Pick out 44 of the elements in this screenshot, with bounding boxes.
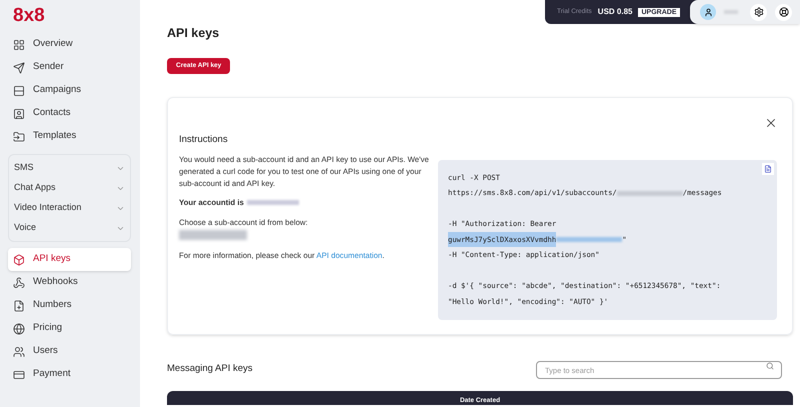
redacted-text [616, 190, 683, 196]
redacted-account-id [246, 200, 299, 206]
sidebar-item[interactable]: Payment [8, 363, 131, 386]
user-avatar[interactable] [700, 4, 716, 20]
sidebar-item[interactable]: Campaigns [8, 79, 131, 102]
sidebar-item[interactable]: Sender [8, 56, 131, 79]
copy-button[interactable] [762, 162, 774, 175]
redacted-text [556, 237, 622, 242]
credits-value: USD 0.85 [598, 6, 632, 18]
lifebuoy-icon [778, 7, 788, 17]
search-icon [766, 362, 774, 370]
help-button[interactable] [775, 4, 792, 20]
settings-button[interactable] [750, 4, 767, 20]
logo: 8x8 [13, 6, 46, 25]
file-icon [13, 300, 25, 312]
sidebar-group-item[interactable]: SMS [14, 158, 125, 178]
sidebar-group-item[interactable]: Voice [14, 218, 125, 238]
globe-icon [13, 322, 25, 334]
sidebar-item[interactable]: Overview [8, 33, 131, 56]
sidebar-item[interactable]: Users [8, 340, 131, 363]
instructions-title: Instructions [179, 134, 229, 146]
stack-icon [13, 84, 25, 96]
grid-icon [13, 38, 25, 50]
send-icon [13, 62, 25, 74]
sidebar-item[interactable]: Templates [8, 125, 131, 148]
sidebar-item[interactable]: Contacts [8, 102, 131, 125]
section-title: Messaging API keys [167, 362, 253, 376]
card-icon [13, 368, 25, 380]
contact-icon [13, 108, 25, 120]
webhook-icon [13, 276, 25, 288]
users-icon [13, 346, 25, 358]
sidebar-group-item[interactable]: Chat Apps [14, 178, 125, 198]
sidebar-item[interactable]: Pricing [8, 317, 131, 340]
document-icon [764, 164, 772, 173]
redacted-subaccount-id [179, 230, 247, 240]
settings-icon [754, 7, 764, 17]
sidebar-item[interactable]: Numbers [8, 294, 131, 317]
user-icon [704, 8, 712, 16]
sidebar-group-item[interactable]: Video Interaction [14, 198, 125, 218]
sidebar-item[interactable]: Webhooks [8, 271, 131, 294]
sidebar-item[interactable]: API keys [8, 248, 131, 271]
box-icon [13, 254, 25, 266]
page-title: API keys [167, 25, 220, 42]
folder-icon [13, 130, 25, 142]
